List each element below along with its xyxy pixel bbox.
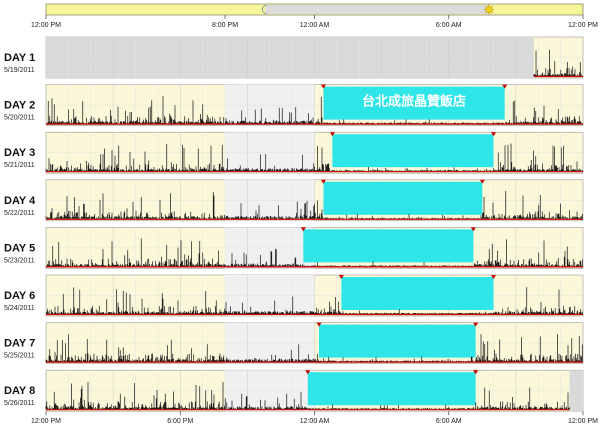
day-label: DAY 6	[4, 290, 35, 302]
bottom-axis-label: 12:00 PM	[568, 418, 598, 425]
top-axis-label: 12:00 PM	[31, 22, 61, 29]
day-row: DAY 1 5/19/2011	[4, 36, 584, 79]
day-date: 5/21/2011	[4, 162, 35, 169]
day-label: DAY 3	[4, 147, 35, 159]
sleep-block	[332, 134, 494, 168]
day-label: DAY 7	[4, 338, 35, 350]
timeline-night-segment	[265, 5, 490, 14]
top-axis-label: 12:00 AM	[300, 22, 330, 29]
sleep-block	[341, 277, 494, 310]
day-date: 5/24/2011	[4, 305, 35, 312]
day-label: DAY 1	[4, 52, 35, 64]
sleep-block	[318, 324, 476, 358]
day-row: DAY 5 5/23/2011	[4, 227, 584, 269]
day-date: 5/23/2011	[4, 257, 35, 264]
sleep-block	[307, 372, 476, 406]
day-label: DAY 4	[4, 195, 36, 207]
day-date: 5/26/2011	[4, 400, 35, 407]
day-label: DAY 2	[4, 100, 35, 112]
sleep-activity-chart: 12:00 PM 8:00 PM 12:00 AM 6:00 AM 12:00 PM DA…	[4, 3, 598, 425]
sun-icon	[483, 3, 495, 16]
day-row: DAY 6 5/24/2011	[4, 274, 584, 317]
day-row: DAY 7 5/25/2011	[4, 322, 584, 364]
top-axis-label: 6:00 AM	[436, 22, 462, 29]
sleep-block	[323, 181, 483, 215]
bottom-axis-label: 6:00 PM	[167, 418, 193, 425]
day-row: DAY 4 5/22/2011	[4, 179, 584, 222]
day-date: 5/25/2011	[4, 353, 35, 360]
top-axis-label: 12:00 PM	[568, 22, 598, 29]
day-label: DAY 8	[4, 385, 35, 397]
bottom-axis-label: 12:00 PM	[31, 418, 61, 425]
day-date: 5/20/2011	[4, 115, 35, 122]
top-axis-label: 8:00 PM	[212, 22, 238, 29]
sleep-block	[303, 229, 474, 263]
day-row: DAY 2 5/20/2011 台北成旅晶贊飯店	[4, 84, 584, 126]
day-label: DAY 5	[4, 242, 35, 254]
day-row: DAY 3 5/21/2011	[4, 131, 584, 174]
hotel-annotation: 台北成旅晶贊飯店	[362, 94, 466, 110]
day-row: DAY 8 5/26/2011	[4, 369, 584, 412]
day-date: 5/19/2011	[4, 67, 35, 74]
day-date: 5/22/2011	[4, 210, 35, 217]
bottom-axis-label: 6:00 AM	[436, 418, 462, 425]
bottom-axis-label: 12:00 AM	[300, 418, 330, 425]
